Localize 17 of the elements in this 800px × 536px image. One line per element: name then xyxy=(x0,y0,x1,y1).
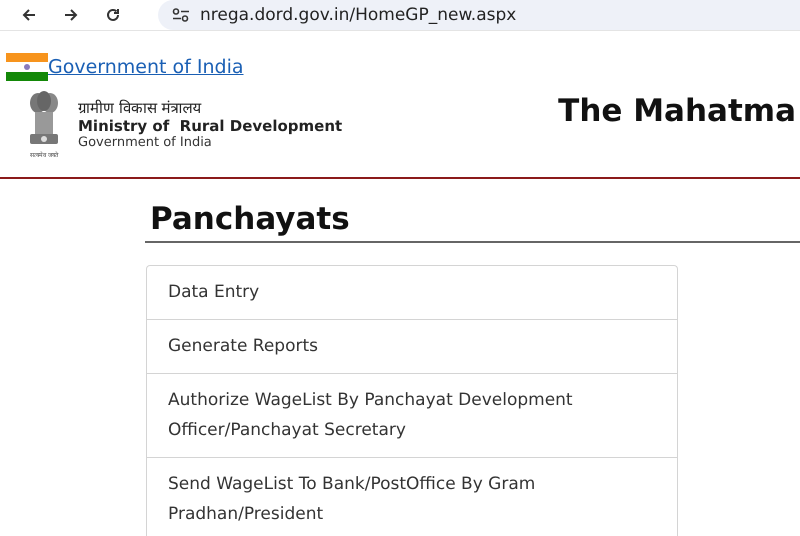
menu-item[interactable]: Authorize WageList By Panchayat Development Officer/Panchayat Secretary xyxy=(147,374,677,457)
site-title: The Mahatma xyxy=(558,92,796,129)
ministry-name: Ministry of Rural Development xyxy=(78,117,342,135)
forward-arrow-icon xyxy=(63,7,79,23)
back-arrow-icon xyxy=(21,7,37,23)
menu-item[interactable]: Send WageList To Bank/PostOffice By Gram Pradhan/President xyxy=(147,458,677,536)
site-settings-icon[interactable] xyxy=(172,8,190,22)
url-text: nrega.dord.gov.in/HomeGP_new.aspx xyxy=(200,5,516,25)
menu-item[interactable]: Generate Reports xyxy=(147,320,677,373)
ministry-hindi-name: ग्रामीण विकास मंत्रालय xyxy=(78,98,203,117)
government-name: Government of India xyxy=(78,135,213,150)
government-link[interactable]: Government of India xyxy=(48,56,244,78)
section-heading: Panchayats xyxy=(150,201,350,237)
flag-icon xyxy=(6,53,48,81)
address-bar[interactable]: nrega.dord.gov.in/HomeGP_new.aspx xyxy=(158,0,800,30)
menu-item[interactable]: Data Entry xyxy=(147,266,677,319)
reload-icon xyxy=(105,7,121,23)
